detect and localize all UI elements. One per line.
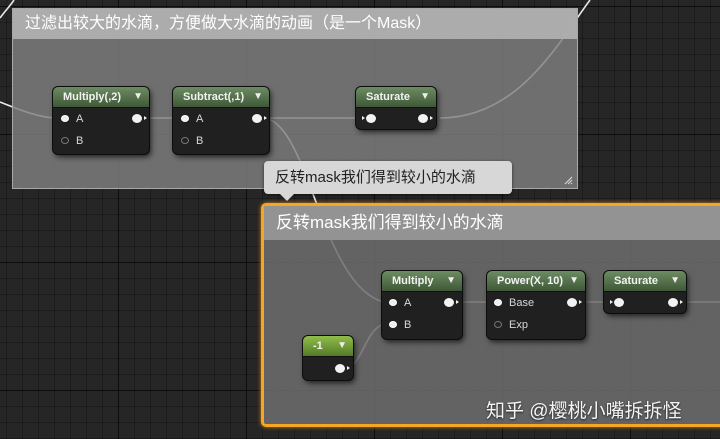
node-header[interactable]: Saturate ▼ [604, 271, 686, 292]
chevron-down-icon[interactable]: ▼ [337, 336, 347, 356]
node-title: -1 [313, 340, 323, 352]
node-constant-neg-1[interactable]: -1 ▼ [303, 336, 353, 380]
output-pin[interactable] [444, 298, 459, 307]
node-title: Multiply(,2) [63, 91, 122, 103]
bubble-tail [280, 194, 294, 201]
node-header[interactable]: Multiply(,2) ▼ [53, 87, 149, 108]
pin-connector-icon[interactable] [389, 299, 397, 306]
node-header[interactable]: Multiply ▼ [382, 271, 462, 292]
node-saturate[interactable]: Saturate ▼ [604, 271, 686, 313]
chevron-down-icon[interactable]: ▼ [420, 87, 430, 107]
output-pin[interactable] [418, 114, 433, 123]
output-pin[interactable] [252, 114, 267, 123]
pin-connector-icon[interactable] [389, 321, 397, 328]
node-power[interactable]: Power(X, 10) ▼ Base Exp [487, 271, 585, 339]
pin-connector-icon[interactable] [494, 321, 502, 328]
node-multiply-2[interactable]: Multiply(,2) ▼ A B [53, 87, 149, 154]
chevron-down-icon[interactable]: ▼ [133, 87, 143, 107]
comment-title: 反转mask我们得到较小的水滴 [264, 206, 720, 240]
pin-label: B [76, 135, 84, 147]
node-title: Subtract(,1) [183, 91, 245, 103]
input-pin[interactable] [610, 298, 624, 307]
chevron-down-icon[interactable]: ▼ [670, 271, 680, 291]
pin-label: B [196, 135, 204, 147]
bubble-text: 反转mask我们得到较小的水滴 [275, 169, 476, 186]
comment-bubble[interactable]: 反转mask我们得到较小的水滴 [264, 161, 512, 201]
input-pin[interactable] [362, 114, 376, 123]
node-title: Saturate [366, 91, 411, 103]
node-multiply[interactable]: Multiply ▼ A B [382, 271, 462, 339]
resize-grip-icon[interactable] [563, 175, 573, 185]
node-subtract-1[interactable]: Subtract(,1) ▼ A B [173, 87, 269, 154]
pin-label: Exp [509, 319, 528, 331]
pin-label: Base [509, 297, 535, 309]
pin-connector-icon[interactable] [181, 115, 189, 122]
pin-label: A [404, 297, 412, 309]
pin-connector-icon[interactable] [494, 299, 502, 306]
node-title: Power(X, 10) [497, 275, 564, 287]
output-pin[interactable] [335, 364, 350, 373]
pin-connector-icon[interactable] [61, 115, 69, 122]
chevron-down-icon[interactable]: ▼ [253, 87, 263, 107]
node-title: Multiply [392, 275, 434, 287]
node-header[interactable]: Power(X, 10) ▼ [487, 271, 585, 292]
pin-connector-icon[interactable] [61, 137, 69, 144]
output-pin[interactable] [668, 298, 683, 307]
comment-title: 过滤出较大的水滴，方便做大水滴的动画（是一个Mask） [13, 9, 577, 39]
chevron-down-icon[interactable]: ▼ [569, 271, 579, 291]
output-pin[interactable] [567, 298, 582, 307]
chevron-down-icon[interactable]: ▼ [446, 271, 456, 291]
pin-label: A [196, 113, 204, 125]
pin-label: B [404, 319, 412, 331]
output-pin[interactable] [132, 114, 147, 123]
node-header[interactable]: Saturate ▼ [356, 87, 436, 108]
node-saturate-top[interactable]: Saturate ▼ [356, 87, 436, 129]
pin-label: A [76, 113, 84, 125]
pin-connector-icon[interactable] [181, 137, 189, 144]
watermark: 知乎 @樱桃小嘴拆拆怪 [486, 401, 682, 422]
node-header[interactable]: Subtract(,1) ▼ [173, 87, 269, 108]
node-header[interactable]: -1 ▼ [303, 336, 353, 357]
node-title: Saturate [614, 275, 659, 287]
